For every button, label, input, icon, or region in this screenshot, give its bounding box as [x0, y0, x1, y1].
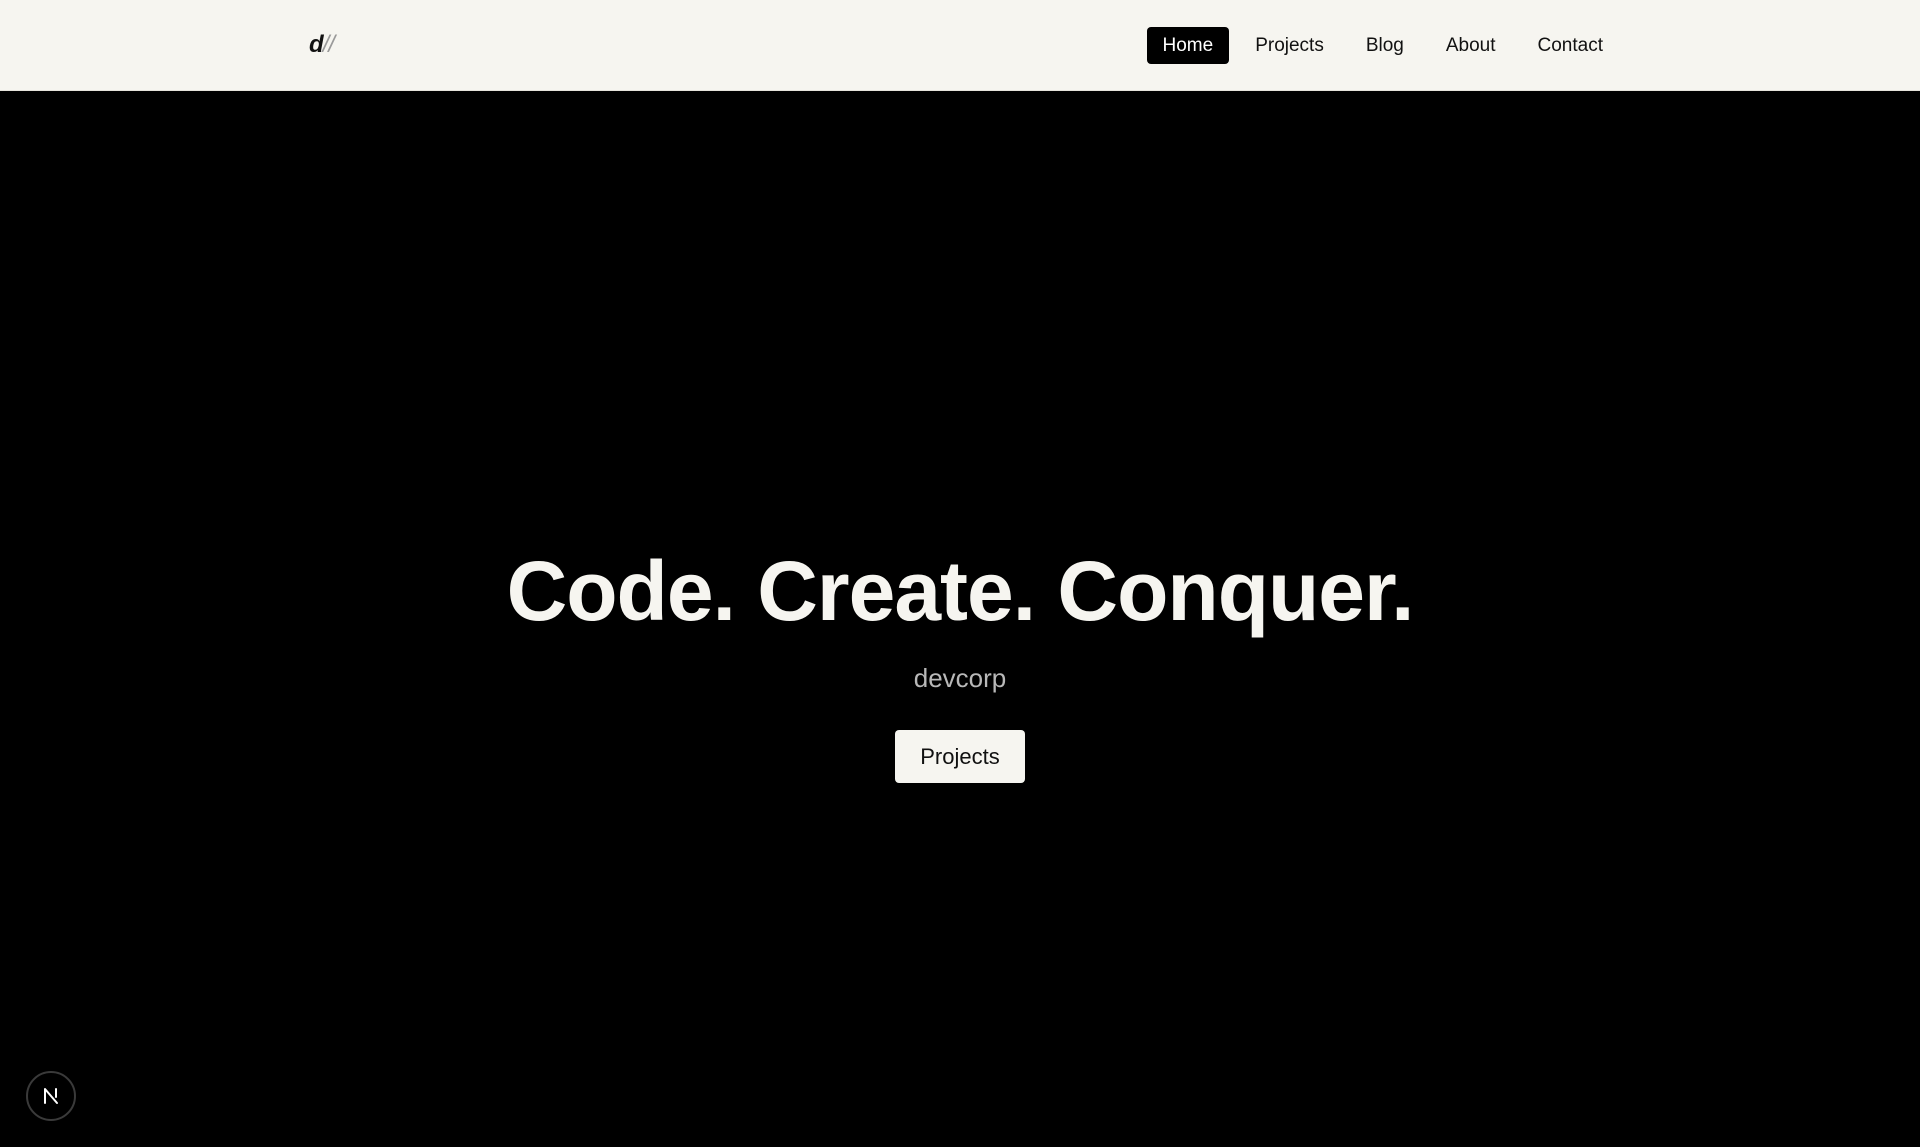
- site-header: d// Home Projects Blog About Contact: [0, 0, 1920, 91]
- nextjs-dev-badge[interactable]: [26, 1071, 76, 1121]
- logo-mark: d: [309, 31, 324, 58]
- nav-item-about[interactable]: About: [1430, 27, 1512, 64]
- nav-item-contact[interactable]: Contact: [1522, 27, 1619, 64]
- projects-cta-button[interactable]: Projects: [895, 730, 1025, 783]
- nav-item-home[interactable]: Home: [1146, 27, 1230, 64]
- hero-subtitle: devcorp: [913, 663, 1007, 693]
- hero-title: Code. Create. Conquer.: [506, 544, 1415, 638]
- nav-item-blog[interactable]: Blog: [1350, 27, 1420, 64]
- nextjs-n-icon: [44, 1088, 58, 1104]
- main-nav: Home Projects Blog About Contact: [1146, 27, 1620, 64]
- nav-item-projects[interactable]: Projects: [1239, 27, 1340, 64]
- hero-section: Code. Create. Conquer. devcorp Projects: [0, 91, 1920, 1147]
- logo-slashes: //: [322, 31, 335, 58]
- site-logo[interactable]: d//: [309, 30, 335, 60]
